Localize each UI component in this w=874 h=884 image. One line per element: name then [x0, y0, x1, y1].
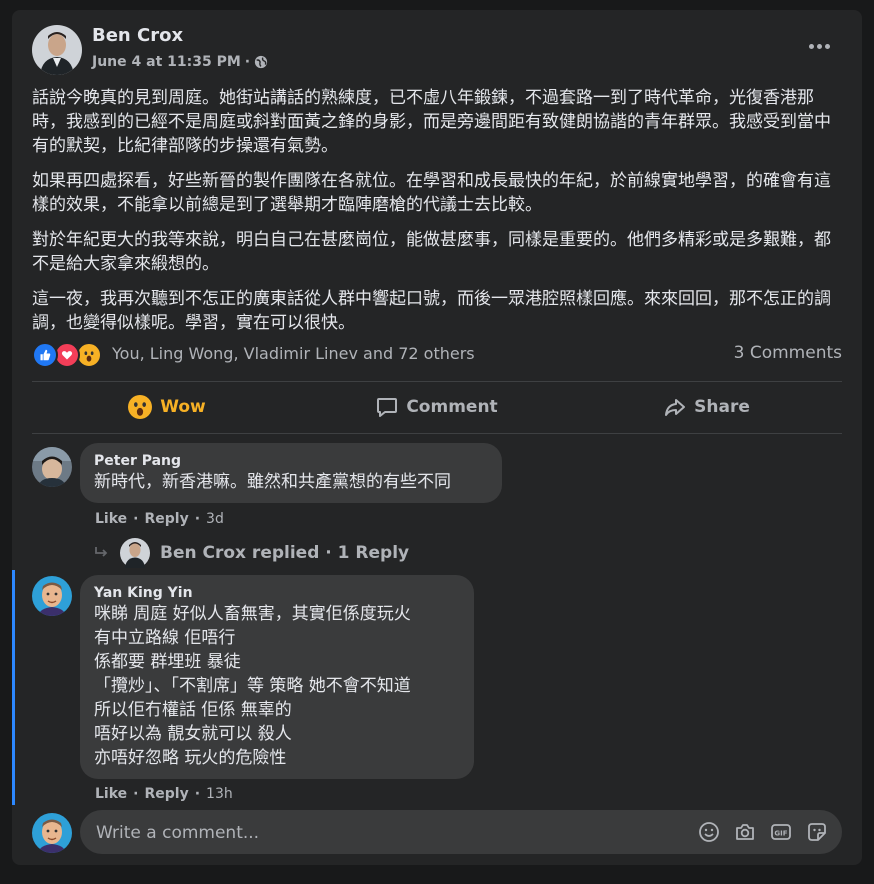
emoji-icon[interactable] — [698, 821, 720, 843]
comment-actions: Like · Reply · 3d — [95, 511, 224, 527]
wow-label: Wow — [160, 397, 206, 417]
sticker-icon[interactable] — [806, 821, 828, 843]
thread-highlight — [12, 570, 15, 805]
comment-tools: GIF — [698, 821, 828, 843]
current-user-avatar-image — [32, 813, 72, 853]
commenter-avatar[interactable] — [32, 576, 72, 616]
comment-bubble: Peter Pang 新時代，新香港嘛。雖然和共產黨想的有些不同 — [80, 443, 502, 503]
more-options-button[interactable] — [804, 34, 834, 58]
comment-like-link[interactable]: Like — [95, 786, 127, 802]
post-paragraph: 如果再四處探看，好些新晉的製作團隊在各就位。在學習和成長最快的年紀，於前線實地學… — [32, 171, 831, 215]
comment-button[interactable]: Comment — [302, 382, 572, 432]
reply-author-avatar — [120, 538, 150, 568]
post-card: Ben Crox June 4 at 11:35 PM · 話說今晚真的見到周庭… — [12, 10, 862, 865]
post-meta: June 4 at 11:35 PM · — [92, 54, 268, 70]
commenter-name[interactable]: Peter Pang — [94, 452, 488, 470]
comments-count[interactable]: 3 Comments — [734, 343, 842, 363]
post-paragraph: 對於年紀更大的我等來說，明白自己在甚麼崗位，能做甚麼事，同樣是重要的。他們多精彩… — [32, 230, 831, 274]
comment-icon — [377, 398, 398, 417]
more-dot-icon — [824, 43, 830, 49]
divider — [32, 433, 842, 434]
commenter-avatar-image — [32, 576, 72, 616]
more-dot-icon — [808, 43, 814, 49]
post-paragraph: 這一夜，我再次聽到不怎正的廣東話從人群中響起口號，而後一眾港腔照樣回應。來來回回… — [32, 289, 831, 333]
more-dot-icon — [816, 43, 822, 49]
commenter-avatar[interactable] — [32, 447, 72, 487]
comment-input[interactable] — [94, 810, 658, 856]
write-comment-box: GIF — [80, 810, 842, 856]
comment-label: Comment — [406, 397, 498, 417]
share-button[interactable]: Share — [572, 382, 842, 432]
reactions-text[interactable]: You, Ling Wong, Vladimir Linev and 72 ot… — [112, 344, 475, 363]
post-body: 話說今晚真的見到周庭。她街站講話的熟練度，已不虛八年鍛鍊，不過套路一到了時代革命… — [32, 86, 847, 346]
reactions-summary: You, Ling Wong, Vladimir Linev and 72 ot… — [32, 340, 842, 370]
comment-reply-link[interactable]: Reply — [144, 786, 188, 802]
view-replies[interactable]: Ben Crox replied · 1 Reply — [94, 538, 409, 568]
gif-icon[interactable]: GIF — [770, 821, 792, 843]
post-paragraph: 話說今晚真的見到周庭。她街站講話的熟練度，已不虛八年鍛鍊，不過套路一到了時代革命… — [32, 88, 831, 156]
commenter-name[interactable]: Yan King Yin — [94, 584, 460, 602]
action-bar: Wow Comment Share — [32, 382, 842, 432]
comment-bubble: Yan King Yin 咪睇 周庭 好似人畜無害，其實佢係度玩火 有中立路線 … — [80, 575, 474, 779]
commenter-avatar-image — [32, 447, 72, 487]
comment-text: 咪睇 周庭 好似人畜無害，其實佢係度玩火 有中立路線 佢唔行 係都要 群埋班 暴… — [94, 604, 411, 768]
author-name[interactable]: Ben Crox — [92, 25, 183, 46]
camera-icon[interactable] — [734, 821, 756, 843]
reply-arrow-icon — [95, 547, 108, 557]
post-date[interactable]: June 4 at 11:35 PM — [92, 54, 241, 70]
author-avatar-image — [32, 25, 82, 75]
svg-text:GIF: GIF — [774, 830, 787, 838]
replied-text: Ben Crox replied · 1 Reply — [160, 543, 410, 563]
author-avatar[interactable] — [32, 25, 82, 75]
share-label: Share — [694, 397, 750, 417]
current-user-avatar[interactable] — [32, 813, 72, 853]
wow-emoji-icon — [128, 395, 153, 419]
globe-icon — [254, 55, 268, 69]
share-icon — [665, 399, 686, 416]
comment-time[interactable]: 3d — [206, 511, 224, 527]
comment-like-link[interactable]: Like — [95, 511, 127, 527]
meta-separator: · — [244, 54, 251, 70]
reaction-icons[interactable] — [32, 342, 106, 368]
comment-text: 新時代，新香港嘛。雖然和共產黨想的有些不同 — [94, 472, 451, 492]
like-reaction-icon — [32, 342, 58, 368]
comment-actions: Like · Reply · 13h — [95, 786, 233, 802]
comment-time[interactable]: 13h — [206, 786, 233, 802]
wow-button[interactable]: Wow — [32, 382, 302, 432]
comment-reply-link[interactable]: Reply — [144, 511, 188, 527]
